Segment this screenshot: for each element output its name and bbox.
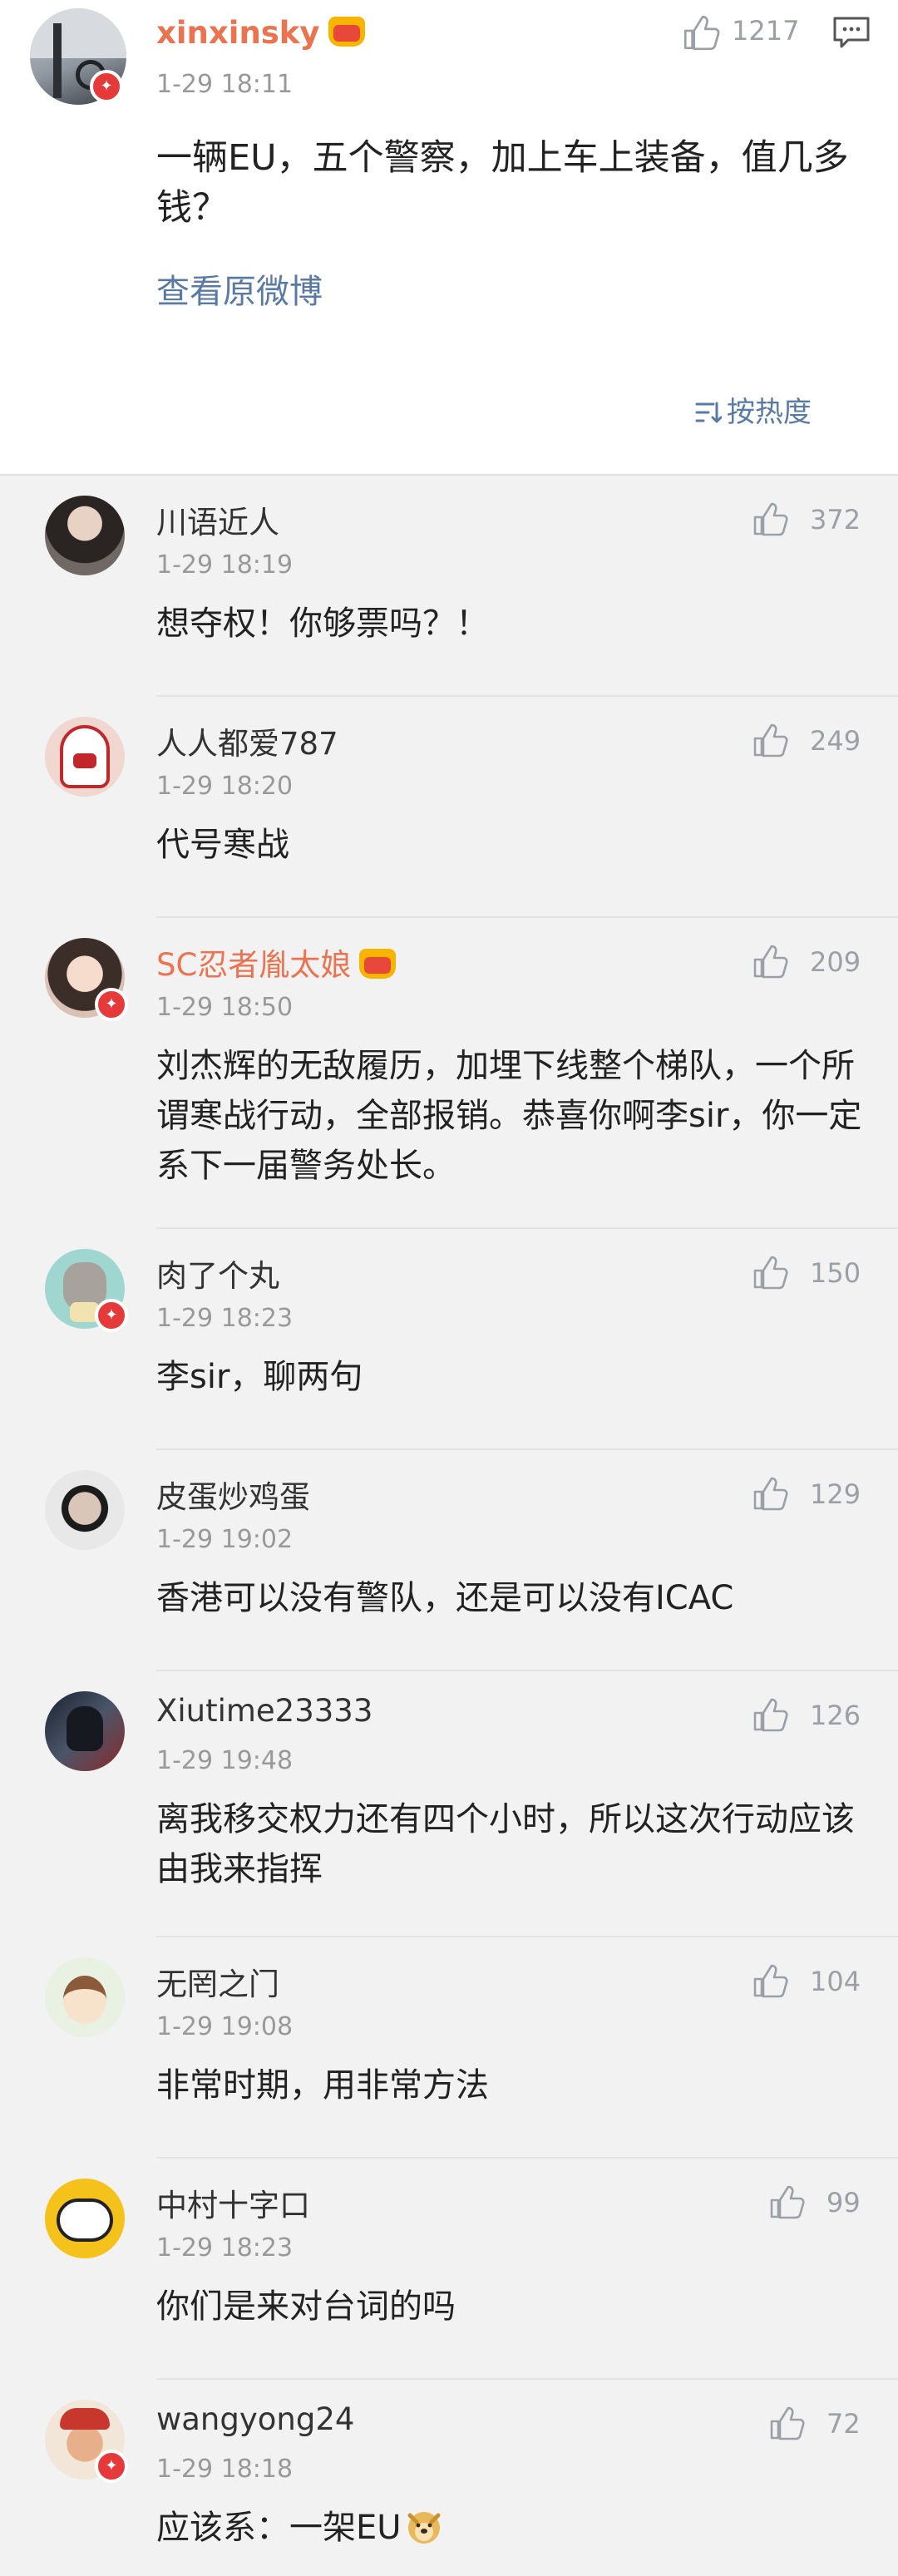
verified-badge-icon: ✦ xyxy=(95,1299,128,1332)
like-icon[interactable] xyxy=(767,2182,807,2222)
username-text[interactable]: xinxinsky xyxy=(156,15,320,51)
comment-text: 香港可以没有警队，还是可以没有ICAC xyxy=(156,1579,734,1617)
original-post: ✦ xinxinsky 1-29 18:11 1217 一辆EU，五个警察，加上… xyxy=(0,0,898,474)
comment-time: 1-29 18:23 xyxy=(156,1304,294,1333)
like-icon[interactable] xyxy=(750,1252,790,1292)
avatar[interactable] xyxy=(45,1691,125,1771)
comment-item: 无罔之门 1-29 19:08 104 非常时期，用非常方法 xyxy=(0,1937,898,2159)
avatar[interactable] xyxy=(45,1470,125,1550)
comment-item: ✦ wangyong24 1-29 18:18 72 应该系：一架EU xyxy=(0,2380,898,2576)
comment-text-content: 应该系：一架EU xyxy=(156,2509,402,2547)
like-icon[interactable] xyxy=(767,2403,807,2443)
post-time: 1-29 18:11 xyxy=(156,70,294,99)
like-count: 1217 xyxy=(732,15,800,47)
view-original-link[interactable]: 查看原微博 xyxy=(156,264,323,313)
comment-username[interactable]: Xiutime23333 xyxy=(156,1693,373,1729)
like-count: 150 xyxy=(810,1257,861,1289)
comment-time: 1-29 19:02 xyxy=(156,1525,294,1554)
doge-emoji-icon xyxy=(407,2512,441,2544)
avatar[interactable] xyxy=(45,2179,125,2258)
comment-text: 离我移交权力还有四个小时，所以这次行动应该由我来指挥 xyxy=(156,1800,855,1888)
like-count: 126 xyxy=(810,1700,861,1731)
comment-username[interactable]: 皮蛋炒鸡蛋 xyxy=(156,1472,310,1517)
like-icon[interactable] xyxy=(680,12,722,53)
like-icon[interactable] xyxy=(750,1961,790,2001)
like-count: 72 xyxy=(826,2408,861,2440)
like-icon[interactable] xyxy=(750,1473,790,1513)
post-text: 一辆EU，五个警察，加上车上装备，值几多钱？ xyxy=(156,137,849,229)
avatar[interactable] xyxy=(45,496,125,575)
comment-item: 川语近人 1-29 18:19 372 想夺权！你够票吗？！ xyxy=(0,476,898,697)
like-count: 129 xyxy=(810,1478,861,1510)
vip-crown-icon xyxy=(328,17,365,47)
comment-item: 人人都爱787 1-29 18:20 249 代号寒战 xyxy=(0,697,898,918)
like-count: 99 xyxy=(826,2187,861,2218)
comment-username[interactable]: 川语近人 xyxy=(156,497,279,542)
comment-username[interactable]: wangyong24 xyxy=(156,2401,354,2437)
vip-crown-icon xyxy=(359,949,397,979)
like-count: 372 xyxy=(810,504,861,535)
sort-icon xyxy=(695,402,722,423)
username-text[interactable]: SC忍者胤太娘 xyxy=(156,947,351,983)
like-count: 209 xyxy=(810,946,861,978)
comment-text: 李sir，聊两句 xyxy=(156,1358,363,1396)
comment-time: 1-29 18:50 xyxy=(156,993,294,1022)
verified-badge-icon: ✦ xyxy=(90,70,123,103)
sort-by-heat-button[interactable]: 按热度 xyxy=(695,389,812,430)
comment-time: 1-29 19:48 xyxy=(156,1746,294,1775)
comment-text: 刘杰辉的无敌履历，加埋下线整个梯队，一个所谓寒战行动，全部报销。恭喜你啊李sir… xyxy=(156,1047,862,1185)
like-icon[interactable] xyxy=(750,941,790,981)
verified-badge-icon: ✦ xyxy=(95,2450,128,2483)
avatar[interactable] xyxy=(45,1957,125,2037)
comment-text: 想夺权！你够票吗？！ xyxy=(156,605,489,643)
comment-username[interactable]: 肉了个丸 xyxy=(156,1251,279,1295)
comment-time: 1-29 18:19 xyxy=(156,550,294,580)
comment-text: 应该系：一架EU xyxy=(156,2503,871,2553)
avatar[interactable] xyxy=(45,717,125,797)
comment-item: ✦ SC忍者胤太娘 1-29 18:50 209 刘杰辉的无敌履历，加埋下线整个… xyxy=(0,918,898,1229)
like-icon[interactable] xyxy=(750,499,790,539)
comment-page: ✦ xinxinsky 1-29 18:11 1217 一辆EU，五个警察，加上… xyxy=(0,0,898,2576)
comment-time: 1-29 18:18 xyxy=(156,2455,294,2484)
comment-time: 1-29 18:23 xyxy=(156,2233,294,2263)
comment-time: 1-29 18:20 xyxy=(156,772,294,801)
comment-username[interactable]: SC忍者胤太娘 xyxy=(156,940,397,985)
verified-badge-icon: ✦ xyxy=(95,988,128,1021)
sort-label: 按热度 xyxy=(727,396,812,429)
comment-icon[interactable] xyxy=(831,15,871,52)
post-username[interactable]: xinxinsky xyxy=(156,15,365,51)
comment-username[interactable]: 无罔之门 xyxy=(156,1959,279,2004)
comment-item: 皮蛋炒鸡蛋 1-29 19:02 129 香港可以没有警队，还是可以没有ICAC xyxy=(0,1450,898,1671)
comment-time: 1-29 19:08 xyxy=(156,2012,294,2041)
like-count: 249 xyxy=(810,725,861,757)
comment-text: 非常时期，用非常方法 xyxy=(156,2066,489,2105)
comment-username[interactable]: 中村十字口 xyxy=(156,2180,310,2225)
comment-text: 代号寒战 xyxy=(156,826,289,864)
like-icon[interactable] xyxy=(750,1695,790,1735)
comment-username[interactable]: 人人都爱787 xyxy=(156,718,338,763)
comment-text: 你们是来对台词的吗 xyxy=(156,2287,456,2326)
like-icon[interactable] xyxy=(750,720,790,760)
like-count: 104 xyxy=(810,1966,861,1997)
comment-item: 中村十字口 1-29 18:23 99 你们是来对台词的吗 xyxy=(0,2159,898,2380)
comment-item: ✦ 肉了个丸 1-29 18:23 150 李sir，聊两句 xyxy=(0,1229,898,1450)
comment-item: Xiutime23333 1-29 19:48 126 离我移交权力还有四个小时… xyxy=(0,1671,898,1937)
